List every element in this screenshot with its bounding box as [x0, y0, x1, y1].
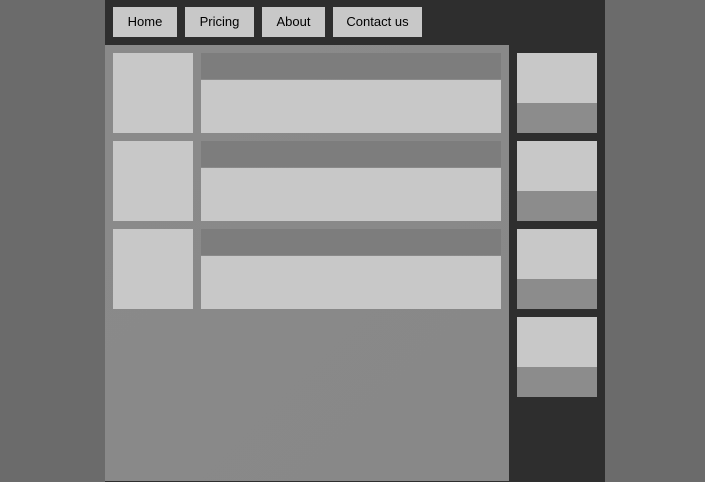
nav-pricing-button[interactable]: Pricing [185, 7, 254, 37]
sidebar-card-image [517, 53, 597, 103]
sidebar-card[interactable] [517, 317, 597, 397]
sidebar [509, 45, 605, 482]
sidebar-card-caption [517, 279, 597, 309]
item-title-placeholder [201, 141, 501, 167]
sidebar-card-caption [517, 191, 597, 221]
item-body-placeholder [201, 256, 501, 309]
list-item[interactable] [113, 53, 501, 133]
nav-about-button[interactable]: About [262, 7, 325, 37]
nav-contact-button[interactable]: Contact us [333, 7, 422, 37]
sidebar-card[interactable] [517, 229, 597, 309]
item-body-placeholder [201, 80, 501, 133]
item-title-placeholder [201, 229, 501, 255]
list-item[interactable] [113, 141, 501, 221]
sidebar-card-image [517, 229, 597, 279]
nav-home-button[interactable]: Home [113, 7, 177, 37]
sidebar-card-image [517, 317, 597, 367]
item-thumbnail [113, 141, 193, 221]
sidebar-card-image [517, 141, 597, 191]
main-content [105, 45, 509, 481]
item-title-placeholder [201, 53, 501, 79]
sidebar-card[interactable] [517, 141, 597, 221]
item-thumbnail [113, 229, 193, 309]
sidebar-card-caption [517, 103, 597, 133]
item-body-placeholder [201, 168, 501, 221]
sidebar-card-caption [517, 367, 597, 397]
list-item[interactable] [113, 229, 501, 309]
item-thumbnail [113, 53, 193, 133]
sidebar-card[interactable] [517, 53, 597, 133]
top-nav: Home Pricing About Contact us [105, 0, 605, 45]
page-container: Home Pricing About Contact us [105, 0, 605, 482]
